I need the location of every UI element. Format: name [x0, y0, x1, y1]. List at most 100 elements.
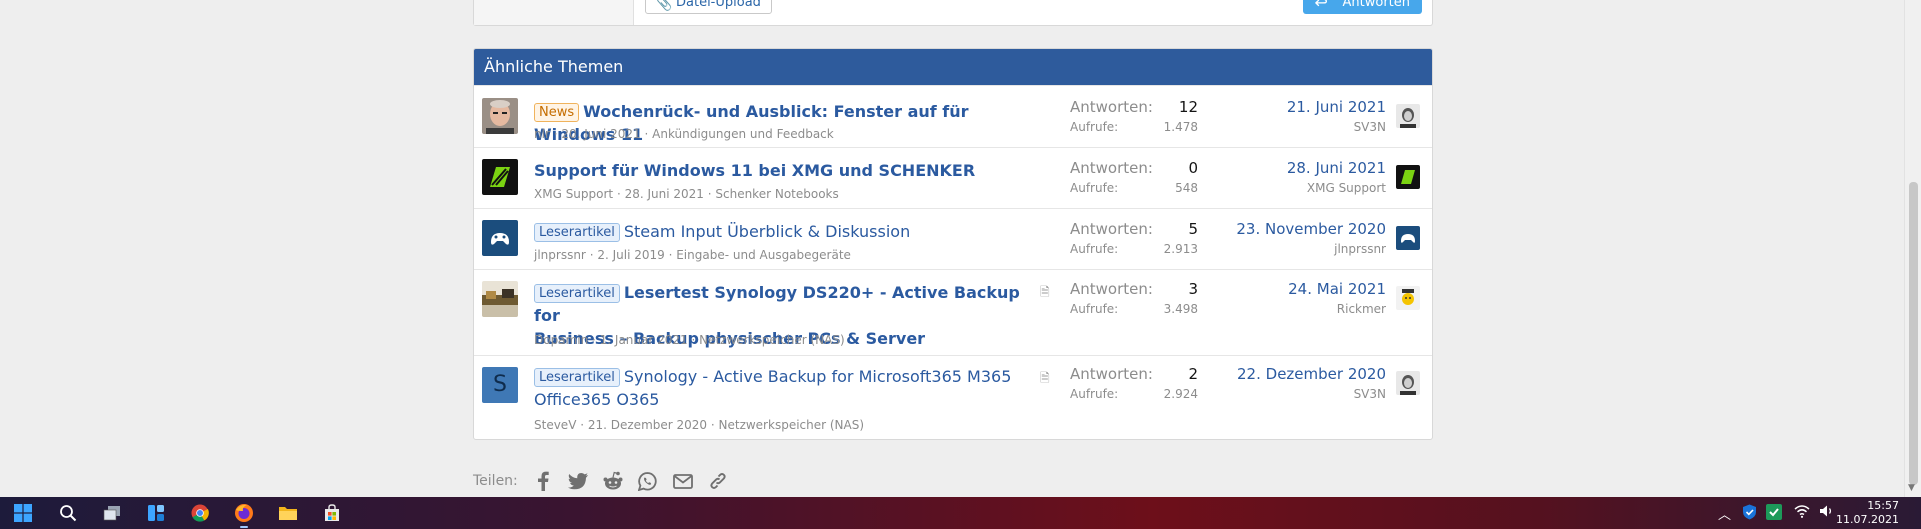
views-label: Aufrufe: [1070, 387, 1119, 401]
thread-meta: nlr · 20. Juni 2021 · Ankündigungen und … [534, 127, 834, 141]
thread-forum[interactable]: Netzwerkspeicher (NAS) [699, 333, 845, 347]
windows-start-icon[interactable] [12, 502, 34, 524]
last-post-date[interactable]: 24. Mai 2021 [1288, 280, 1386, 298]
taskbar-clock[interactable]: 15:57 11.07.2021 [1836, 499, 1899, 527]
last-post-user[interactable]: Rickmer [1337, 302, 1386, 316]
thread-forum[interactable]: Netzwerkspeicher (NAS) [719, 418, 865, 432]
show-hidden-icons-chevron-icon[interactable]: ︿ [1718, 504, 1731, 523]
share-bar: Teilen: [473, 470, 742, 492]
defender-shield-icon[interactable] [1742, 504, 1757, 524]
facebook-icon[interactable] [532, 470, 554, 492]
thread-date[interactable]: 28. Juni 2021 [625, 187, 704, 201]
avatar-jlnprssnr[interactable] [482, 220, 518, 256]
last-post-user[interactable]: XMG Support [1307, 181, 1386, 195]
wifi-icon[interactable] [1794, 504, 1810, 522]
twitter-icon[interactable] [567, 470, 589, 492]
thread-title-line-1[interactable]: Synology - Active Backup for Microsoft36… [624, 367, 1012, 386]
last-post-user[interactable]: SV3N [1354, 387, 1386, 401]
last-user-avatar[interactable] [1396, 104, 1420, 128]
scroll-down-arrow-icon[interactable]: ▼ [1908, 483, 1915, 493]
thread-author[interactable]: XMG Support [534, 187, 613, 201]
views-label: Aufrufe: [1070, 120, 1119, 134]
thread-row: Support für Windows 11 bei XMG und SCHEN… [474, 147, 1432, 208]
whatsapp-icon[interactable] [637, 470, 659, 492]
editor-left-cell [474, 0, 634, 25]
thread-title[interactable]: Support für Windows 11 bei XMG und SCHEN… [534, 161, 975, 180]
thread-meta: SteveV · 21. Dezember 2020 · Netzwerkspe… [534, 418, 865, 432]
reply-button[interactable]: ↩ Antworten [1302, 0, 1422, 14]
thread-author[interactable]: Dopamin [534, 333, 588, 347]
thread-forum[interactable]: Ankündigungen und Feedback [652, 127, 834, 141]
last-post-date[interactable]: 22. Dezember 2020 [1237, 365, 1386, 383]
link-icon[interactable] [707, 470, 729, 492]
thread-row: S Leserartikel Synology - Active Backup f… [474, 355, 1432, 439]
similar-threads-block: Ähnliche Themen News Wochenrück- und Ausb… [473, 48, 1433, 440]
thread-row: News Wochenrück- und Ausblick: Fenster au… [474, 85, 1432, 147]
update-icon[interactable] [1766, 504, 1782, 524]
views-label: Aufrufe: [1070, 302, 1119, 316]
prefix-label[interactable]: News [534, 103, 580, 122]
file-explorer-icon[interactable] [277, 502, 299, 524]
replies-label: Antworten: [1070, 220, 1153, 238]
speaker-icon[interactable] [1819, 504, 1835, 522]
last-user-avatar[interactable] [1396, 371, 1420, 395]
thread-meta: XMG Support · 28. Juni 2021 · Schenker N… [534, 187, 839, 201]
avatar-xmg-support[interactable] [482, 159, 518, 195]
search-icon[interactable] [57, 502, 79, 524]
similar-threads-title: Ähnliche Themen [474, 49, 1432, 85]
thread-title-line: Leserartikel Synology - Active Backup for… [534, 365, 1034, 411]
last-user-avatar[interactable] [1396, 286, 1420, 310]
clock-date: 11.07.2021 [1836, 513, 1899, 526]
thread-date[interactable]: 2. Juli 2019 [597, 248, 664, 262]
thread-author[interactable]: nlr [534, 127, 550, 141]
replies-label: Antworten: [1070, 365, 1153, 383]
email-icon[interactable] [672, 470, 694, 492]
last-user-avatar[interactable] [1396, 165, 1420, 189]
share-label: Teilen: [473, 473, 518, 489]
thread-meta: Dopamin · 1. Januar 2021 · Netzwerkspeic… [534, 333, 845, 347]
widgets-icon[interactable] [145, 502, 167, 524]
task-view-icon[interactable] [101, 502, 123, 524]
file-upload-button[interactable]: 📎 Datei-Upload [645, 0, 772, 14]
thread-author[interactable]: jlnprssnr [534, 248, 586, 262]
document-icon: 🗎 [1040, 285, 1050, 299]
reply-label: Antworten [1342, 0, 1411, 10]
thread-date[interactable]: 21. Dezember 2020 [588, 418, 707, 432]
page-scrollbar[interactable]: ▼ [1904, 0, 1921, 497]
prefix-label[interactable]: Leserartikel [534, 284, 620, 303]
views-count: 3.498 [1163, 302, 1198, 316]
thread-forum[interactable]: Schenker Notebooks [715, 187, 838, 201]
thread-title-line: Leserartikel Steam Input Überblick & Disk… [534, 220, 1034, 243]
last-user-avatar[interactable] [1396, 226, 1420, 250]
views-label: Aufrufe: [1070, 181, 1119, 195]
thread-row: Leserartikel Lesertest Synology DS220+ - … [474, 269, 1432, 355]
last-post-user[interactable]: jlnprssnr [1334, 242, 1386, 256]
last-post-date[interactable]: 21. Juni 2021 [1287, 98, 1386, 116]
last-post-date[interactable]: 28. Juni 2021 [1287, 159, 1386, 177]
replies-count: 2 [1188, 365, 1198, 383]
prefix-label[interactable]: Leserartikel [534, 368, 620, 387]
clock-time: 15:57 [1867, 499, 1899, 512]
replies-label: Antworten: [1070, 280, 1153, 298]
thread-title-line-2[interactable]: Office365 O365 [534, 390, 659, 409]
thread-author[interactable]: SteveV [534, 418, 576, 432]
avatar-stevev[interactable]: S [482, 367, 518, 403]
prefix-label[interactable]: Leserartikel [534, 223, 620, 242]
firefox-icon[interactable] [233, 502, 255, 528]
chrome-icon[interactable] [189, 502, 211, 524]
avatar-nlr[interactable] [482, 98, 518, 134]
thread-date[interactable]: 1. Januar 2021 [600, 333, 688, 347]
avatar-dopamin[interactable] [482, 281, 518, 317]
last-post-user[interactable]: SV3N [1354, 120, 1386, 134]
microsoft-store-icon[interactable] [321, 502, 343, 524]
thread-date[interactable]: 20. Juni 2021 [561, 127, 640, 141]
reply-editor-footer: 📎 Datei-Upload ↩ Antworten [473, 0, 1433, 26]
last-post-date[interactable]: 23. November 2020 [1236, 220, 1386, 238]
views-label: Aufrufe: [1070, 242, 1119, 256]
thread-title[interactable]: Steam Input Überblick & Diskussion [624, 222, 910, 241]
thread-forum[interactable]: Eingabe- und Ausgabegeräte [676, 248, 851, 262]
replies-label: Antworten: [1070, 98, 1153, 116]
scrollbar-thumb[interactable] [1909, 182, 1918, 485]
replies-label: Antworten: [1070, 159, 1153, 177]
reddit-icon[interactable] [602, 470, 624, 492]
